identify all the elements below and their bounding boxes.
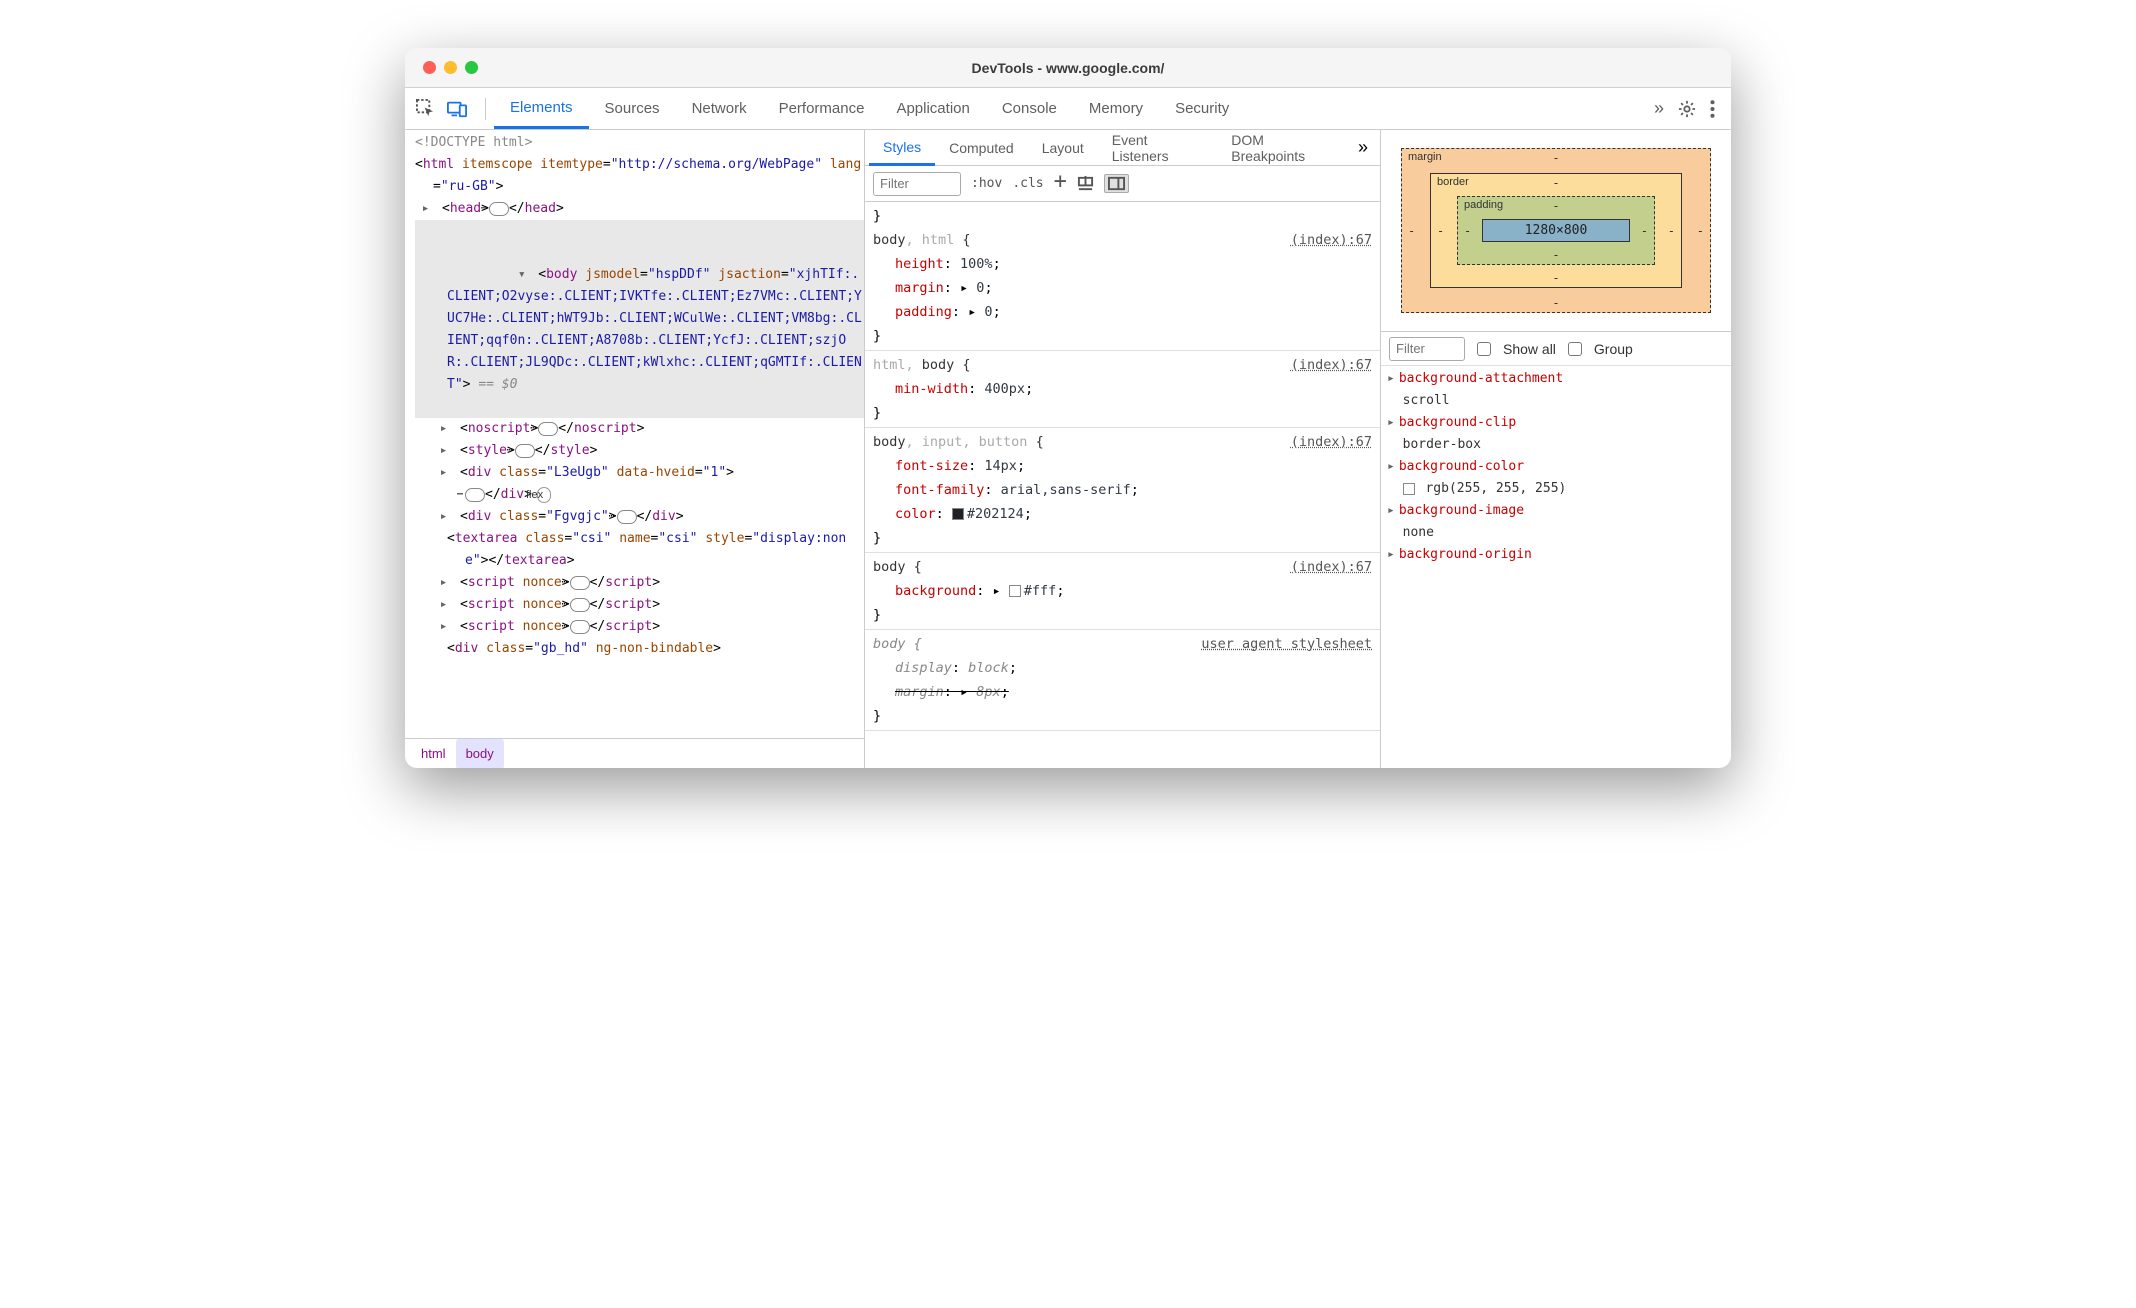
tab-memory[interactable]: Memory	[1073, 90, 1159, 127]
computed-list[interactable]: ▸background-attachment scroll▸background…	[1381, 366, 1731, 768]
new-rule-icon[interactable]: +	[1054, 169, 1067, 194]
box-model-content[interactable]: 1280×800	[1482, 219, 1630, 242]
dom-node[interactable]: ▸<script nonce>⋯</script>	[415, 594, 864, 616]
tab-sources[interactable]: Sources	[589, 90, 676, 127]
flexbox-editor-icon[interactable]	[1077, 175, 1094, 192]
elements-panel: <!DOCTYPE html> <html itemscope itemtype…	[405, 130, 865, 768]
zoom-icon[interactable]	[465, 61, 478, 74]
dom-node[interactable]: ▸<noscript>⋯</noscript>	[415, 418, 864, 440]
dom-node[interactable]: ▸<div class="Fgvgjc">⋯</div>	[415, 506, 864, 528]
source-link[interactable]: user agent stylesheet	[1201, 632, 1372, 656]
computed-property[interactable]: ▸background-clip border-box	[1387, 412, 1725, 456]
crumb-body[interactable]: body	[456, 739, 504, 769]
tab-network[interactable]: Network	[676, 90, 763, 127]
tabbar-right: »	[1654, 98, 1723, 119]
computed-property[interactable]: ▸background-origin	[1387, 544, 1725, 588]
window-title: DevTools - www.google.com/	[405, 60, 1731, 76]
box-model-margin[interactable]: margin - - - - border - - - - padding -	[1401, 148, 1711, 313]
dom-body[interactable]: ⋯ ▾<body jsmodel="hspDDf" jsaction="xjhT…	[415, 220, 864, 418]
dom-head[interactable]: ▸<head>⋯</head>	[415, 198, 864, 220]
subtab-layout[interactable]: Layout	[1028, 132, 1098, 164]
styles-filter-input[interactable]	[873, 172, 961, 196]
inspect-icon[interactable]	[413, 97, 437, 121]
overflow-icon[interactable]: »	[1350, 137, 1376, 158]
cls-toggle[interactable]: .cls	[1012, 176, 1043, 191]
computed-toolbar: Show all Group	[1381, 332, 1731, 366]
subtab-styles[interactable]: Styles	[869, 131, 935, 166]
main-tabbar: Elements Sources Network Performance App…	[405, 88, 1731, 130]
main-tab-list: Elements Sources Network Performance App…	[494, 89, 1654, 128]
content: <!DOCTYPE html> <html itemscope itemtype…	[405, 130, 1731, 768]
dom-node[interactable]: <textarea class="csi" name="csi" style="…	[415, 528, 864, 572]
box-model-padding[interactable]: padding - - - - 1280×800	[1457, 196, 1655, 265]
dom-node[interactable]: <div class="gb_hd" ng-non-bindable>	[415, 638, 864, 660]
tab-application[interactable]: Application	[880, 90, 985, 127]
tab-security[interactable]: Security	[1159, 90, 1245, 127]
source-link[interactable]: (index):67	[1291, 555, 1372, 579]
group-label: Group	[1594, 341, 1633, 357]
device-icon[interactable]	[445, 97, 469, 121]
computed-property[interactable]: ▸background-color rgb(255, 255, 255)	[1387, 456, 1725, 500]
divider	[485, 98, 486, 120]
source-link[interactable]: (index):67	[1291, 353, 1372, 377]
box-model-border[interactable]: border - - - - padding - - - - 1280×800	[1430, 173, 1682, 288]
show-all-checkbox[interactable]	[1477, 342, 1491, 356]
computed-pane: margin - - - - border - - - - padding -	[1381, 130, 1731, 768]
kebab-icon[interactable]	[1710, 100, 1715, 118]
hov-toggle[interactable]: :hov	[971, 176, 1002, 191]
show-all-label: Show all	[1503, 341, 1556, 357]
crumb-html[interactable]: html	[411, 739, 456, 769]
style-rule[interactable]: body, input, button {(index):67font-size…	[865, 428, 1380, 553]
tab-console[interactable]: Console	[986, 90, 1073, 127]
titlebar: DevTools - www.google.com/	[405, 48, 1731, 88]
subtab-computed[interactable]: Computed	[935, 132, 1028, 164]
dom-tree[interactable]: <!DOCTYPE html> <html itemscope itemtype…	[405, 130, 864, 738]
minimize-icon[interactable]	[444, 61, 457, 74]
computed-property[interactable]: ▸background-image none	[1387, 500, 1725, 544]
computed-filter-input[interactable]	[1389, 337, 1465, 361]
breadcrumbs: html body	[405, 738, 864, 768]
computed-sidebar-toggle-icon[interactable]	[1104, 174, 1129, 193]
overflow-icon[interactable]: »	[1654, 98, 1664, 119]
dom-node[interactable]: ▸<div class="L3eUgb" data-hveid="1">⋯</d…	[415, 462, 864, 506]
style-rule[interactable]: body {user agent stylesheetdisplay: bloc…	[865, 630, 1380, 731]
dom-node[interactable]: ▸<script nonce>⋯</script>	[415, 616, 864, 638]
ellipsis-icon[interactable]: ⋯	[489, 202, 509, 216]
computed-property[interactable]: ▸background-attachment scroll	[1387, 368, 1725, 412]
devtools-window: DevTools - www.google.com/ Elements Sour…	[405, 48, 1731, 768]
group-checkbox[interactable]	[1568, 342, 1582, 356]
dom-node[interactable]: ▸<style>⋯</style>	[415, 440, 864, 462]
style-rule[interactable]: html, body {(index):67min-width: 400px;}	[865, 351, 1380, 428]
close-icon[interactable]	[423, 61, 436, 74]
source-link[interactable]: (index):67	[1291, 228, 1372, 252]
style-rule[interactable]: body {(index):67background: ▸ #fff;}	[865, 553, 1380, 630]
dom-node[interactable]: ▸<script nonce>⋯</script>	[415, 572, 864, 594]
styles-panel: Styles Computed Layout Event Listeners D…	[865, 130, 1381, 768]
tab-performance[interactable]: Performance	[763, 90, 881, 127]
dom-html[interactable]: <html itemscope itemtype="http://schema.…	[415, 154, 864, 198]
styles-toolbar: :hov .cls +	[865, 166, 1380, 202]
style-rules[interactable]: }body, html {(index):67height: 100%;marg…	[865, 202, 1380, 768]
box-model[interactable]: margin - - - - border - - - - padding -	[1381, 130, 1731, 332]
settings-icon[interactable]	[1678, 100, 1696, 118]
sub-tabs: Styles Computed Layout Event Listeners D…	[865, 130, 1380, 166]
dom-doctype[interactable]: <!DOCTYPE html>	[415, 132, 864, 154]
style-rule[interactable]: }body, html {(index):67height: 100%;marg…	[865, 202, 1380, 351]
traffic-lights	[423, 61, 478, 74]
source-link[interactable]: (index):67	[1291, 430, 1372, 454]
tab-elements[interactable]: Elements	[494, 89, 589, 129]
